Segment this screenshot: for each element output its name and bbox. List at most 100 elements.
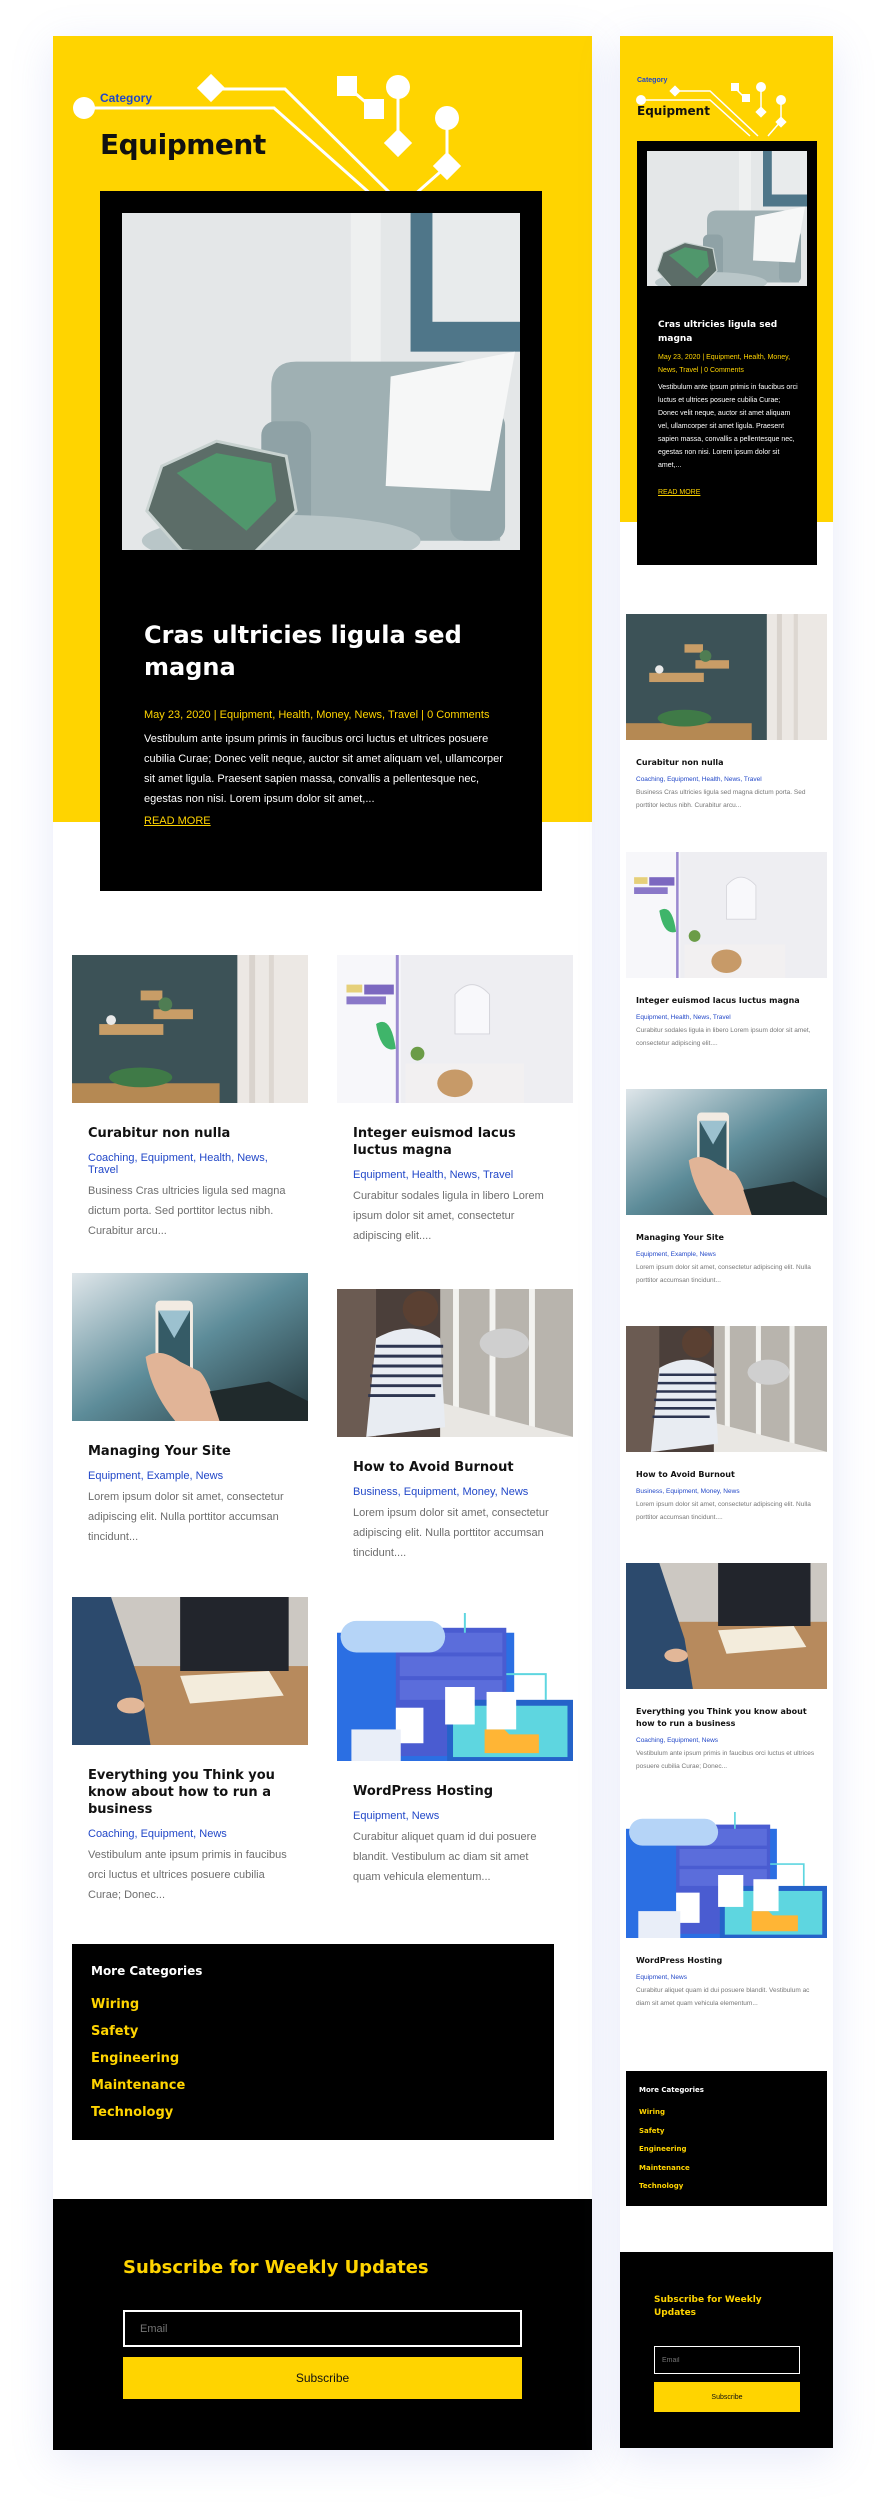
category-label: Category: [637, 77, 668, 84]
featured-post-meta: May 23, 2020 | Equipment, Health, Money,…: [144, 709, 490, 721]
post-categories[interactable]: Coaching, Equipment, Health, News, Trave…: [88, 1152, 292, 1176]
post-card: Integer euismod lacus luctus magna Equip…: [337, 955, 573, 1246]
subscribe-button[interactable]: Subscribe: [123, 2357, 522, 2399]
post-title[interactable]: Curabitur non nulla: [88, 1125, 292, 1142]
category-link-maintenance[interactable]: Maintenance: [639, 2159, 814, 2178]
category-link-wiring[interactable]: Wiring: [639, 2103, 814, 2122]
post-excerpt: Curabitur sodales ligula in libero Lorem…: [636, 1027, 811, 1047]
post-card: Everything you Think you know about how …: [626, 1563, 827, 1773]
post-card: Integer euismod lacus luctus magna Equip…: [626, 852, 827, 1050]
post-categories[interactable]: Business, Equipment, Money, News: [636, 1488, 817, 1495]
post-title[interactable]: Managing Your Site: [88, 1443, 292, 1460]
featured-post-excerpt: Vestibulum ante ipsum primis in faucibus…: [144, 733, 503, 805]
post-excerpt: Curabitur aliquet quam id dui posuere bl…: [636, 1987, 810, 2007]
post-title[interactable]: Integer euismod lacus luctus magna: [353, 1125, 557, 1159]
email-field[interactable]: [123, 2310, 522, 2347]
post-image[interactable]: [337, 1289, 573, 1437]
category-link-maintenance[interactable]: Maintenance: [91, 2072, 535, 2099]
post-excerpt: Curabitur aliquet quam id dui posuere bl…: [353, 1831, 537, 1883]
category-link-technology[interactable]: Technology: [91, 2099, 535, 2126]
post-card: Managing Your Site Equipment, Example, N…: [626, 1089, 827, 1287]
post-title[interactable]: Everything you Think you know about how …: [636, 1706, 817, 1730]
category-link-safety[interactable]: Safety: [639, 2122, 814, 2141]
post-card: How to Avoid Burnout Business, Equipment…: [626, 1326, 827, 1524]
post-categories[interactable]: Equipment, Example, News: [88, 1470, 292, 1482]
page-title: Equipment: [100, 128, 266, 161]
post-excerpt: Lorem ipsum dolor sit amet, consectetur …: [88, 1491, 284, 1543]
read-more-link[interactable]: READ MORE: [144, 815, 211, 827]
post-categories[interactable]: Equipment, Health, News, Travel: [353, 1169, 557, 1181]
category-link-engineering[interactable]: Engineering: [639, 2140, 814, 2159]
post-image[interactable]: [626, 1563, 827, 1689]
post-categories[interactable]: Equipment, Health, News, Travel: [636, 1014, 817, 1021]
post-excerpt: Lorem ipsum dolor sit amet, consectetur …: [636, 1501, 811, 1521]
post-categories[interactable]: Coaching, Equipment, News: [88, 1828, 292, 1840]
post-categories[interactable]: Coaching, Equipment, Health, News, Trave…: [636, 776, 817, 783]
subscribe-heading: Subscribe for Weekly Updates: [123, 2257, 429, 2278]
featured-post: Cras ultricies ligula sed magna May 23, …: [100, 191, 542, 891]
post-excerpt: Lorem ipsum dolor sit amet, consectetur …: [353, 1507, 549, 1559]
subscribe-button[interactable]: Subscribe: [654, 2382, 800, 2412]
post-categories[interactable]: Equipment, News: [636, 1974, 817, 1981]
post-image[interactable]: [626, 614, 827, 740]
post-title[interactable]: Managing Your Site: [636, 1232, 817, 1244]
post-title[interactable]: Integer euismod lacus luctus magna: [636, 995, 817, 1007]
post-image[interactable]: [72, 1597, 308, 1745]
featured-post-meta: May 23, 2020 | Equipment, Health, Money,…: [658, 354, 791, 374]
post-excerpt: Business Cras ultricies ligula sed magna…: [88, 1185, 286, 1237]
post-categories[interactable]: Equipment, Example, News: [636, 1251, 817, 1258]
category-link-wiring[interactable]: Wiring: [91, 1991, 535, 2018]
post-card: Curabitur non nulla Coaching, Equipment,…: [626, 614, 827, 812]
mobile-preview: Category Equipment Cras ultricies ligula…: [620, 36, 833, 2448]
post-image[interactable]: [337, 955, 573, 1103]
post-card: Curabitur non nulla Coaching, Equipment,…: [72, 955, 308, 1241]
more-categories-widget: More Categories Wiring Safety Engineerin…: [72, 1944, 554, 2140]
featured-post-title[interactable]: Cras ultricies ligula sed magna: [658, 318, 798, 346]
post-card: Everything you Think you know about how …: [72, 1597, 308, 1905]
post-title[interactable]: WordPress Hosting: [636, 1955, 817, 1967]
post-card: WordPress Hosting Equipment, News Curabi…: [626, 1812, 827, 2010]
post-excerpt: Business Cras ultricies ligula sed magna…: [636, 789, 806, 809]
category-link-safety[interactable]: Safety: [91, 2018, 535, 2045]
post-categories[interactable]: Equipment, News: [353, 1810, 557, 1822]
post-image[interactable]: [337, 1613, 573, 1761]
post-image[interactable]: [626, 852, 827, 978]
post-card: Managing Your Site Equipment, Example, N…: [72, 1273, 308, 1547]
post-image[interactable]: [72, 955, 308, 1103]
post-excerpt: Curabitur sodales ligula in libero Lorem…: [353, 1190, 544, 1242]
featured-post-image[interactable]: [122, 213, 520, 550]
featured-post-excerpt: Vestibulum ante ipsum primis in faucibus…: [658, 384, 798, 469]
subscribe-heading: Subscribe for Weekly Updates: [654, 2295, 762, 2318]
circuit-decoration: [636, 82, 787, 137]
featured-post: Cras ultricies ligula sed magna May 23, …: [637, 141, 817, 565]
subscribe-section: Subscribe for Weekly Updates Subscribe: [53, 2199, 592, 2450]
more-categories-heading: More Categories: [91, 1964, 203, 1978]
more-categories-heading: More Categories: [639, 2086, 704, 2094]
post-title[interactable]: How to Avoid Burnout: [636, 1469, 817, 1481]
featured-post-image[interactable]: [647, 151, 807, 286]
desktop-preview: Category Equipment Cras ultricies ligula…: [53, 36, 592, 2450]
post-categories[interactable]: Coaching, Equipment, News: [636, 1737, 817, 1744]
read-more-link[interactable]: READ MORE: [658, 489, 700, 496]
post-image[interactable]: [72, 1273, 308, 1421]
category-link-engineering[interactable]: Engineering: [91, 2045, 535, 2072]
featured-post-title[interactable]: Cras ultricies ligula sed magna: [144, 619, 484, 684]
post-title[interactable]: Everything you Think you know about how …: [88, 1767, 292, 1818]
more-categories-widget: More Categories Wiring Safety Engineerin…: [626, 2071, 827, 2206]
post-title[interactable]: WordPress Hosting: [353, 1783, 557, 1800]
post-image[interactable]: [626, 1089, 827, 1215]
post-title[interactable]: How to Avoid Burnout: [353, 1459, 557, 1476]
page-title: Equipment: [637, 104, 710, 118]
post-image[interactable]: [626, 1326, 827, 1452]
post-card: WordPress Hosting Equipment, News Curabi…: [337, 1613, 573, 1887]
category-link-technology[interactable]: Technology: [639, 2177, 814, 2196]
category-label: Category: [100, 91, 153, 105]
email-field[interactable]: [654, 2346, 800, 2374]
post-image[interactable]: [626, 1812, 827, 1938]
post-excerpt: Vestibulum ante ipsum primis in faucibus…: [88, 1849, 287, 1901]
post-card: How to Avoid Burnout Business, Equipment…: [337, 1289, 573, 1563]
subscribe-section: Subscribe for Weekly Updates Subscribe: [620, 2252, 833, 2448]
post-title[interactable]: Curabitur non nulla: [636, 757, 817, 769]
post-categories[interactable]: Business, Equipment, Money, News: [353, 1486, 557, 1498]
post-excerpt: Vestibulum ante ipsum primis in faucibus…: [636, 1750, 815, 1770]
